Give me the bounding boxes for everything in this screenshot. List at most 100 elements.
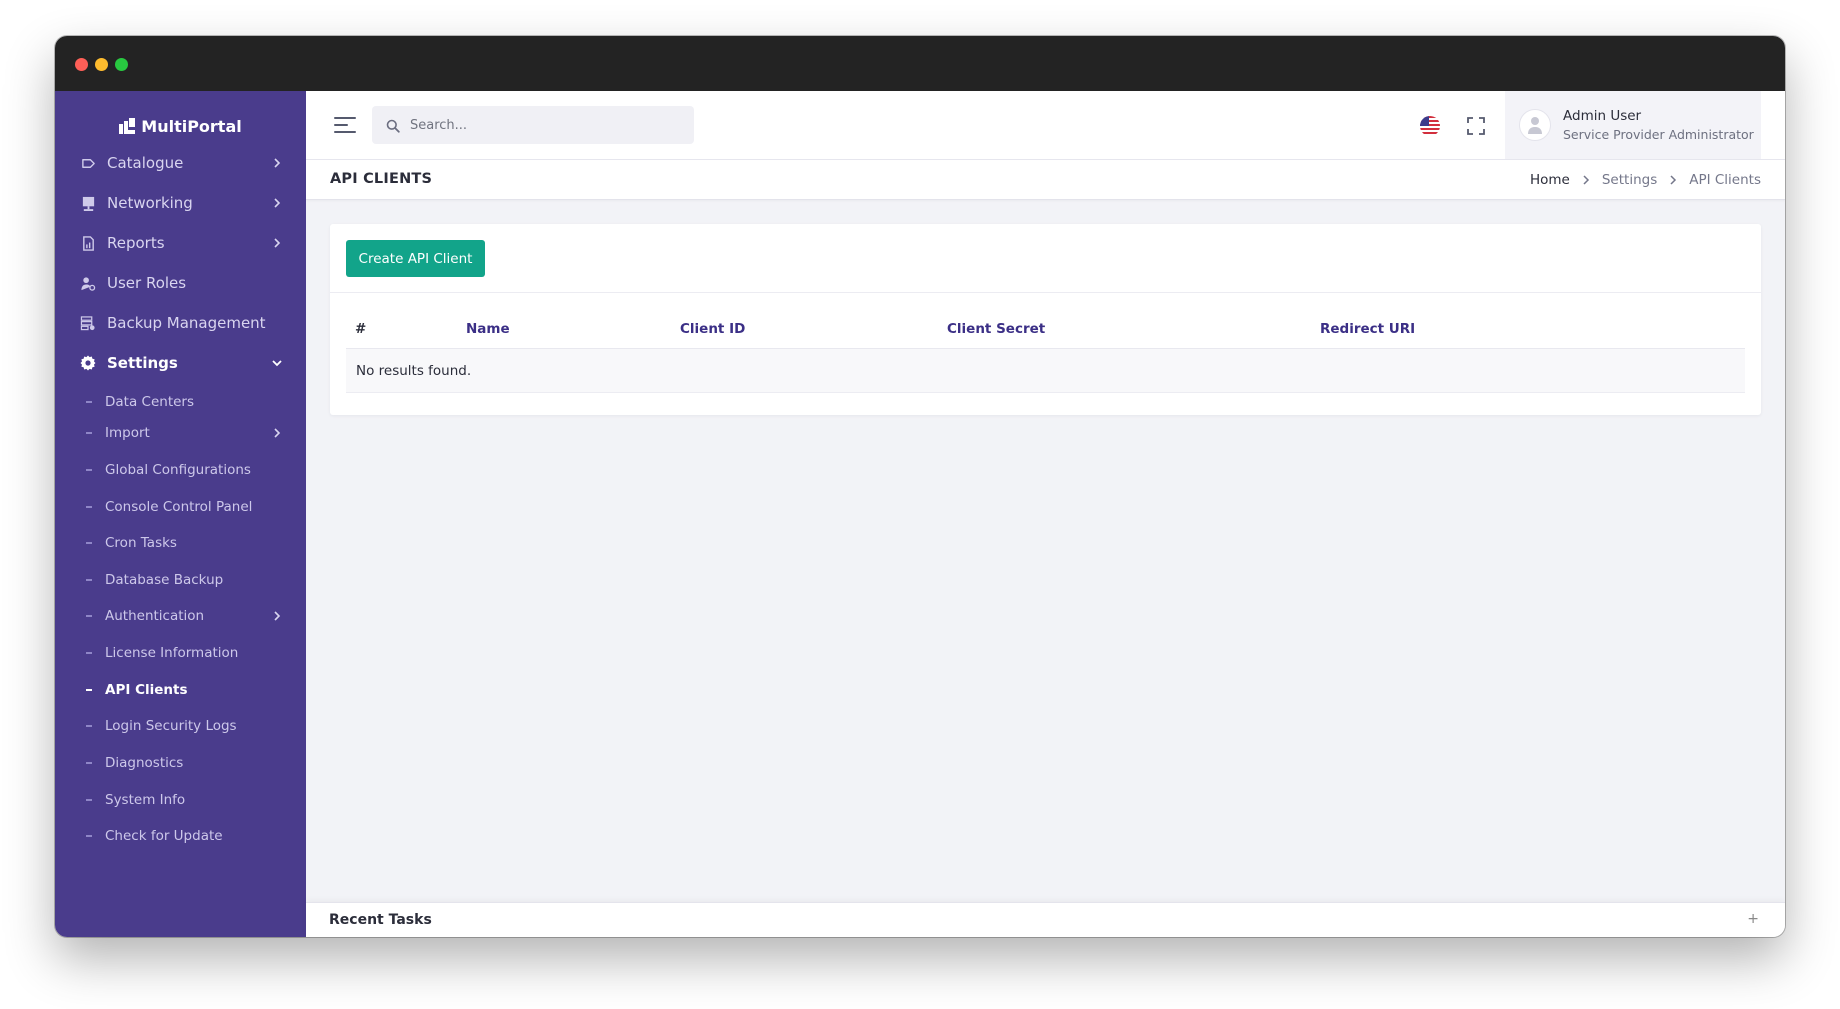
card-header: Create API Client	[330, 224, 1761, 293]
sidebar-subitem-import[interactable]: Import	[55, 418, 306, 448]
sidebar-subitem-login-security-logs[interactable]: Login Security Logs	[55, 711, 306, 741]
expand-icon[interactable]: +	[1747, 911, 1759, 927]
sidebar-subitem-label: License Information	[105, 645, 239, 661]
column-header-name[interactable]: Name	[466, 321, 510, 337]
chevron-right-icon	[270, 609, 284, 623]
sidebar: MultiPortal Catalogue Networking Reports…	[55, 91, 306, 937]
sidebar-subitem-label: System Info	[105, 792, 186, 808]
sidebar-item-label: Reports	[107, 234, 165, 252]
menu-toggle-icon[interactable]	[334, 116, 356, 134]
page-title-bar: API CLIENTS Home Settings API Clients	[306, 160, 1785, 200]
sidebar-subitem-label: Console Control Panel	[105, 499, 253, 515]
sidebar-item-backup-management[interactable]: Backup Management	[55, 303, 306, 343]
brand-name: MultiPortal	[141, 116, 242, 136]
sidebar-subitem-label: Login Security Logs	[105, 718, 237, 734]
brand-logo-icon	[119, 118, 136, 134]
empty-message: No results found.	[356, 362, 472, 379]
maximize-window-button[interactable]	[115, 58, 128, 71]
chevron-right-icon	[270, 236, 284, 250]
app-window: MultiPortal Catalogue Networking Reports…	[55, 36, 1785, 937]
user-role: Service Provider Administrator	[1563, 127, 1754, 142]
breadcrumb-settings[interactable]: Settings	[1602, 172, 1657, 188]
sidebar-item-label: User Roles	[107, 274, 187, 292]
sidebar-subitem-label: Data Centers	[105, 394, 194, 410]
dash-icon	[86, 542, 92, 544]
report-icon	[80, 235, 96, 251]
dash-icon	[86, 799, 92, 801]
sidebar-subitem-label: Check for Update	[105, 828, 223, 844]
network-icon	[80, 195, 96, 211]
us-flag-icon[interactable]	[1418, 114, 1442, 138]
sidebar-subitem-system-info[interactable]: System Info	[55, 785, 306, 815]
sidebar-subitem-label: API Clients	[105, 682, 188, 698]
chevron-right-icon	[1669, 175, 1677, 185]
sidebar-item-catalogue[interactable]: Catalogue	[55, 143, 306, 183]
sidebar-item-reports[interactable]: Reports	[55, 223, 306, 263]
dash-icon	[86, 762, 92, 764]
dash-icon	[86, 506, 92, 508]
sidebar-item-label: Networking	[107, 194, 193, 212]
sidebar-subitem-license-information[interactable]: License Information	[55, 638, 306, 668]
page-title: API CLIENTS	[330, 171, 433, 187]
dash-icon	[86, 615, 92, 617]
dash-icon	[86, 579, 92, 581]
search-icon	[386, 118, 400, 133]
chevron-down-icon	[270, 356, 284, 370]
brand[interactable]: MultiPortal	[55, 111, 306, 141]
sidebar-item-settings[interactable]: Settings	[55, 343, 306, 383]
sidebar-subitem-label: Authentication	[105, 608, 205, 624]
dash-icon	[86, 835, 92, 837]
sidebar-subitem-check-for-update[interactable]: Check for Update	[55, 821, 306, 851]
sidebar-item-label: Catalogue	[107, 154, 184, 172]
breadcrumb-home[interactable]: Home	[1530, 172, 1570, 188]
user-roles-icon	[80, 275, 96, 291]
recent-tasks-title: Recent Tasks	[329, 912, 432, 928]
dash-icon	[86, 469, 92, 471]
create-api-client-button[interactable]: Create API Client	[346, 240, 485, 277]
sidebar-subitem-diagnostics[interactable]: Diagnostics	[55, 748, 306, 778]
breadcrumb-current: API Clients	[1689, 172, 1761, 188]
window-titlebar	[55, 36, 1785, 91]
sidebar-subitem-label: Cron Tasks	[105, 535, 177, 551]
gear-icon	[80, 355, 96, 371]
chevron-right-icon	[270, 156, 284, 170]
column-header-client-id[interactable]: Client ID	[680, 321, 745, 337]
breadcrumb: Home Settings API Clients	[1530, 172, 1761, 188]
top-header: Admin User Service Provider Administrato…	[306, 91, 1785, 160]
chevron-right-icon	[270, 426, 284, 440]
close-window-button[interactable]	[75, 58, 88, 71]
chevron-right-icon	[1582, 175, 1590, 185]
sidebar-subitem-global-configurations[interactable]: Global Configurations	[55, 455, 306, 485]
tag-icon	[80, 155, 96, 171]
backup-icon	[80, 315, 96, 331]
avatar	[1519, 109, 1551, 141]
column-header-redirect-uri[interactable]: Redirect URI	[1320, 321, 1415, 337]
sidebar-subitem-api-clients[interactable]: API Clients	[55, 675, 306, 705]
sidebar-subitem-label: Global Configurations	[105, 462, 251, 478]
dash-icon	[86, 401, 92, 403]
sidebar-subitem-data-centers[interactable]: Data Centers	[55, 387, 306, 417]
recent-tasks-bar[interactable]: Recent Tasks +	[306, 902, 1785, 937]
column-header-client-secret[interactable]: Client Secret	[947, 321, 1045, 337]
fullscreen-icon[interactable]	[1464, 114, 1488, 138]
search-input[interactable]	[410, 117, 670, 133]
user-name: Admin User	[1563, 108, 1642, 124]
user-menu[interactable]: Admin User Service Provider Administrato…	[1505, 91, 1761, 159]
dash-icon	[86, 652, 92, 654]
table-empty-row: No results found.	[346, 349, 1745, 393]
sidebar-item-label: Backup Management	[107, 314, 266, 332]
column-header-index[interactable]: #	[355, 321, 366, 337]
sidebar-subitem-database-backup[interactable]: Database Backup	[55, 565, 306, 595]
sidebar-subitem-cron-tasks[interactable]: Cron Tasks	[55, 528, 306, 558]
sidebar-subitem-console-control-panel[interactable]: Console Control Panel	[55, 492, 306, 522]
sidebar-subitem-label: Database Backup	[105, 572, 224, 588]
sidebar-item-networking[interactable]: Networking	[55, 183, 306, 223]
sidebar-subitem-authentication[interactable]: Authentication	[55, 601, 306, 631]
minimize-window-button[interactable]	[95, 58, 108, 71]
search-box[interactable]	[372, 106, 694, 144]
sidebar-item-label: Settings	[107, 354, 178, 372]
dash-icon	[86, 689, 92, 691]
sidebar-subitem-label: Import	[105, 425, 150, 441]
chevron-right-icon	[270, 196, 284, 210]
sidebar-item-user-roles[interactable]: User Roles	[55, 263, 306, 303]
